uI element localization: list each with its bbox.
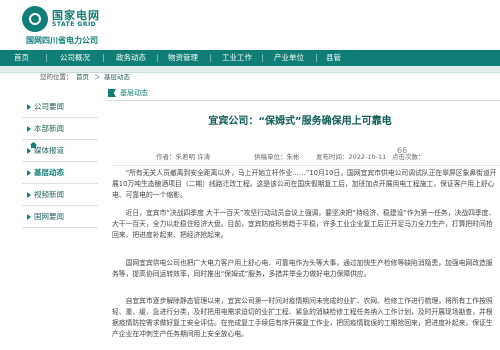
nav-divider [262, 54, 263, 62]
state-grid-logo-icon[interactable] [22, 6, 48, 32]
sidebar-item-company-news[interactable]: 公司要闻 [22, 96, 98, 118]
flag-icon [108, 89, 116, 97]
sidebar: 公司要闻 本部新闻 媒体报道 基层动态 视频新闻 国网要闻 [22, 96, 98, 228]
divider [106, 100, 500, 101]
nav-item-company-overview[interactable]: 公司概况 [60, 50, 90, 66]
article-paragraph: 国网宜宾供电公司也把广大电力客户用上舒心电、可靠电作为头等大事，通过加快生产检修… [112, 259, 493, 278]
view-count: 66 [397, 146, 408, 155]
arrow-right-icon [27, 126, 31, 132]
breadcrumb-home-link[interactable]: 首页 [76, 71, 89, 81]
article-meta: 作者：朱君明 许涛 供稿单位：朱彬 发布时间：2022-10-11 点击次数： [116, 151, 496, 163]
nav-divider [210, 54, 211, 62]
breadcrumb-current[interactable]: 基层动态 [104, 71, 130, 81]
sidebar-item-label: 本部新闻 [34, 124, 64, 133]
arrow-right-icon [27, 104, 31, 110]
section-title: 基层动态 [120, 89, 148, 97]
breadcrumb-prefix: 您的位置： [40, 73, 73, 81]
section-heading: 基层动态 [106, 88, 500, 100]
nav-divider [103, 54, 104, 62]
arrow-right-icon [27, 148, 31, 154]
breadcrumb: 您的位置： 首页 ＞ 基层动态 [0, 70, 500, 148]
main-nav: 首页 公司概况 政务动态 物资管理 工业工作 产业单位 县管 [0, 50, 500, 66]
sidebar-item-hq-news[interactable]: 本部新闻 [22, 118, 98, 140]
nav-divider [316, 54, 317, 62]
article-date: 发布时间：2022-10-11 [316, 153, 387, 161]
sidebar-item-label: 国网要闻 [34, 212, 64, 221]
article-title: 宜宾公司：“保姆式”服务确保用上可靠电 [208, 116, 392, 127]
breadcrumb-separator: ＞ [94, 73, 101, 81]
article-author: 作者：朱君明 许涛 [156, 153, 211, 161]
sidebar-item-label: 公司要闻 [34, 102, 64, 111]
site-header: 国家电网 STATE GRID 国网四川省电力公司 [0, 0, 500, 50]
divider [112, 165, 500, 166]
nav-item-industry-work[interactable]: 工业工作 [222, 50, 252, 66]
sidebar-item-media-reports[interactable]: 媒体报道 [22, 140, 98, 162]
nav-item-county[interactable]: 县管 [326, 50, 341, 66]
nav-item-industrial-units[interactable]: 产业单位 [274, 50, 304, 66]
nav-item-materials[interactable]: 物资管理 [168, 50, 198, 66]
logo-english-name: STATE GRID [52, 21, 97, 28]
nav-item-government-affairs[interactable]: 政务动态 [116, 50, 146, 66]
arrow-right-icon [27, 170, 31, 176]
sidebar-item-label: 媒体报道 [34, 146, 64, 155]
sidebar-item-grassroots-news[interactable]: 基层动态 [22, 162, 98, 184]
sidebar-item-label: 视频新闻 [34, 190, 64, 199]
nav-item-home[interactable]: 首页 [14, 50, 29, 66]
org-name: 国网四川省电力公司 [26, 36, 98, 45]
article-paragraph: 近日，宜宾市“决战四季度 大干一百天”攻坚行动动员会议上强调，要坚决把“持经济、… [112, 209, 496, 239]
arrow-right-icon [27, 214, 31, 220]
article-paragraph: “所有无关人员撤离到安全距离以外，马上开始立杆作业……”10月10日，国网宜宾市… [112, 169, 497, 199]
sidebar-item-state-grid-news[interactable]: 国网要闻 [22, 206, 98, 228]
article-paragraph: 自宜宾市逐步解除静态管理以来，宜宾公司第一时间对疫情期间未完成的业扩、农网、检修… [112, 297, 493, 338]
nav-divider [157, 54, 158, 62]
sidebar-item-video-news[interactable]: 视频新闻 [22, 184, 98, 206]
sidebar-item-label: 基层动态 [34, 168, 64, 177]
nav-divider [46, 54, 47, 62]
arrow-right-icon [27, 192, 31, 198]
article-source: 供稿单位：朱彬 [254, 153, 300, 161]
